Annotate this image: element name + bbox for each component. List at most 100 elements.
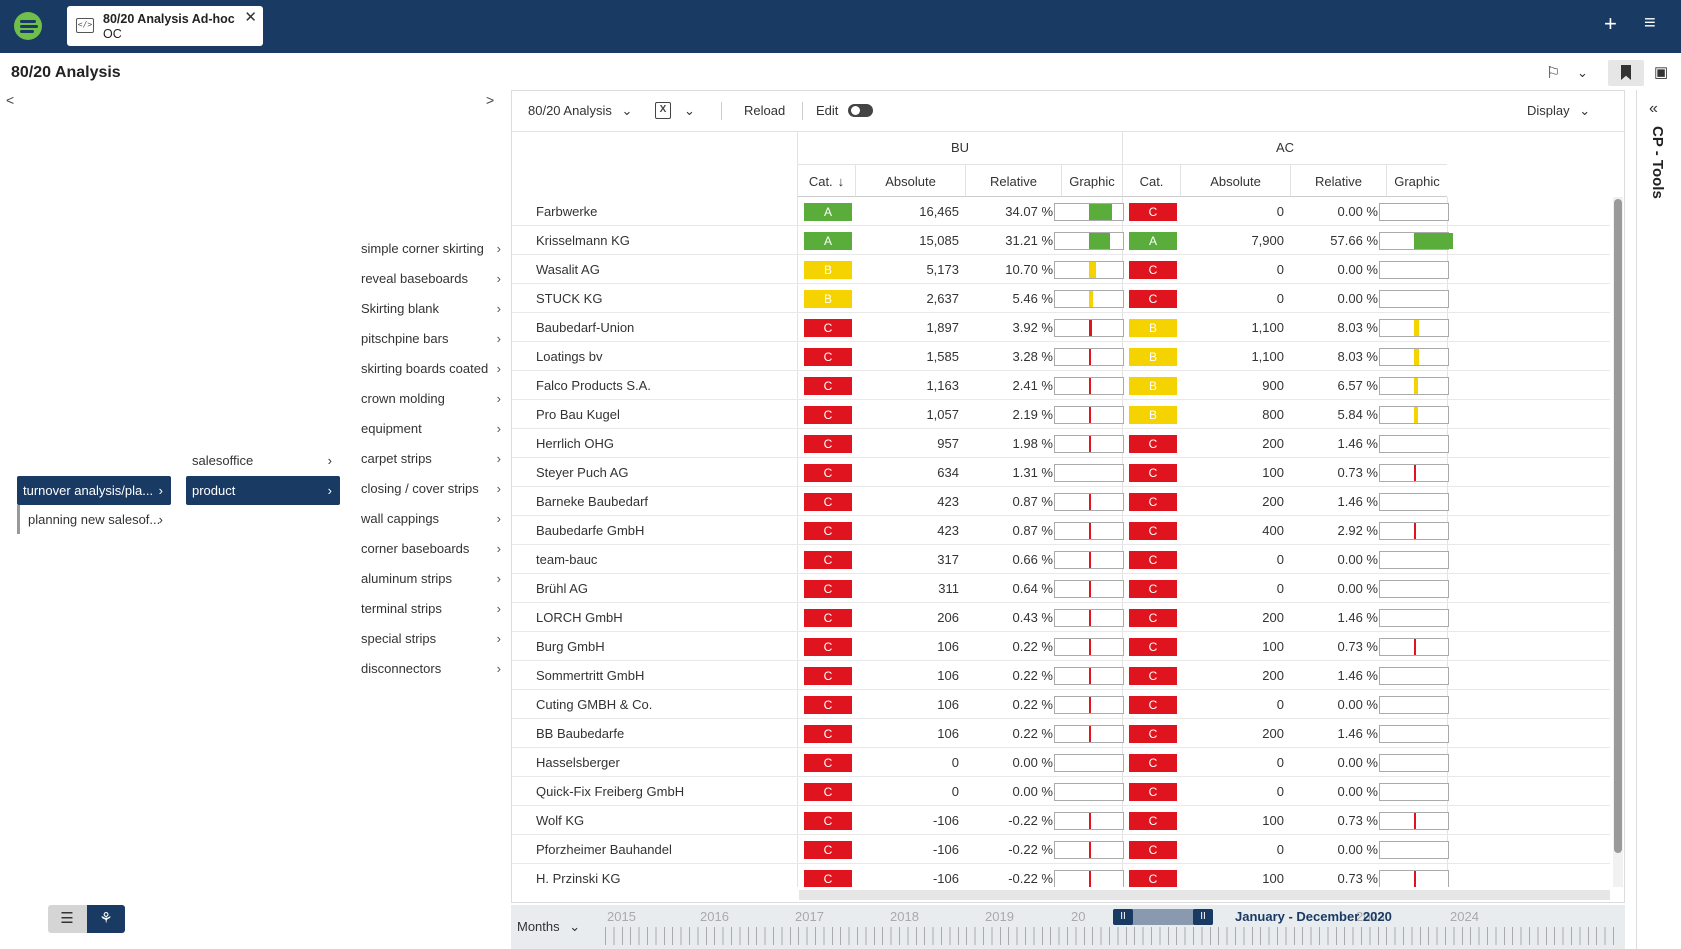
document-tab[interactable]: </> 80/20 Analysis Ad-hoc OC ✕ (67, 6, 263, 46)
tree-leaf[interactable]: Skirting blank › (361, 294, 501, 324)
tree-leaf[interactable]: disconnectors › (361, 654, 501, 684)
tree-view-icon[interactable]: ⚘ (87, 905, 125, 933)
horizontal-scrollbar[interactable] (799, 890, 1610, 900)
table-row[interactable]: H. Przinski KG C -106 -0.22 % C 100 0.73 % (512, 864, 1610, 887)
timeline-year[interactable]: 2024 (1450, 909, 1479, 924)
column-header[interactable]: Relative (1290, 164, 1386, 197)
time-unit-selector[interactable]: Months ⌄ (517, 919, 580, 935)
graphic-bar (1054, 232, 1124, 250)
table-row[interactable]: Farbwerke A 16,465 34.07 % C 0 0.00 % (512, 197, 1610, 226)
tree-node[interactable]: product › (186, 476, 340, 505)
column-header[interactable]: Absolute (1180, 164, 1290, 197)
tree-leaf[interactable]: wall cappings › (361, 504, 501, 534)
timeline-year[interactable]: 2018 (890, 909, 919, 924)
tree-leaf[interactable]: special strips › (361, 624, 501, 654)
tree-leaf[interactable]: aluminum strips › (361, 564, 501, 594)
table-row[interactable]: LORCH GmbH C 206 0.43 % C 200 1.46 % (512, 603, 1610, 632)
table-row[interactable]: Krisselmann KG A 15,085 31.21 % A 7,900 57.66 … (512, 226, 1610, 255)
edit-toggle[interactable] (848, 104, 873, 117)
table-row[interactable]: Pro Bau Kugel C 1,057 2.19 % B 800 5.84 % (512, 400, 1610, 429)
app-logo-icon[interactable] (14, 12, 42, 40)
column-header[interactable]: Relative (965, 164, 1061, 197)
graphic-bar (1379, 783, 1449, 801)
sort-descending-icon[interactable]: ↓ (838, 174, 845, 189)
table-row[interactable]: Loatings bv C 1,585 3.28 % B 1,100 8.03 % (512, 342, 1610, 371)
column-header[interactable]: Cat. ↓ (797, 164, 855, 197)
tab-subtitle: OC (103, 27, 122, 41)
expand-right-icon[interactable]: > (486, 92, 494, 108)
list-view-icon[interactable]: ☰ (48, 905, 86, 933)
chevron-right-icon: › (496, 301, 501, 316)
vertical-scrollbar[interactable] (1613, 197, 1623, 887)
cp-tools-title[interactable]: CP - Tools (1649, 126, 1666, 199)
table-row[interactable]: BB Baubedarfe C 106 0.22 % C 200 1.46 % (512, 719, 1610, 748)
column-header[interactable]: Graphic (1061, 164, 1122, 197)
tree-node[interactable]: turnover analysis/pla... › (17, 476, 171, 505)
absolute-value: 400 (1262, 523, 1284, 538)
timeline-year[interactable]: 20 (1071, 909, 1085, 924)
range-start-handle[interactable]: II (1113, 909, 1133, 925)
view-selector[interactable]: 80/20 Analysis ⌄ (528, 103, 632, 119)
graphic-bar (1379, 841, 1449, 859)
table-row[interactable]: Quick-Fix Freiberg GmbH C 0 0.00 % C 0 0.00 % (512, 777, 1610, 806)
timeline-ticks[interactable] (605, 927, 1617, 945)
table-row[interactable]: Hasselsberger C 0 0.00 % C 0 0.00 % (512, 748, 1610, 777)
graphic-bar-fill (1089, 610, 1091, 626)
table-row[interactable]: Sommertritt GmbH C 106 0.22 % C 200 1.46 % (512, 661, 1610, 690)
table-row[interactable]: Baubedarfe GmbH C 423 0.87 % C 400 2.92 % (512, 516, 1610, 545)
table-row[interactable]: Brühl AG C 311 0.64 % C 0 0.00 % (512, 574, 1610, 603)
scrollbar-thumb[interactable] (1614, 199, 1622, 853)
customer-name: Cuting GMBH & Co. (536, 697, 653, 712)
new-tab-plus-icon[interactable]: + (1604, 11, 1617, 37)
save-icon[interactable]: ▣ (1654, 63, 1668, 81)
table-row[interactable]: Herrlich OHG C 957 1.98 % C 200 1.46 % (512, 429, 1610, 458)
graphic-bar (1379, 493, 1449, 511)
tree-node[interactable]: planning new salesof... › (17, 505, 171, 534)
timeline-year[interactable]: 2019 (985, 909, 1014, 924)
collapse-panel-icon[interactable]: « (1649, 100, 1658, 118)
relative-value: 1.98 % (1012, 436, 1053, 451)
display-menu[interactable]: Display ⌄ (1527, 103, 1590, 119)
close-tab-icon[interactable]: ✕ (244, 8, 257, 26)
tree-node[interactable]: salesoffice › (186, 446, 340, 475)
category-badge: C (1129, 667, 1177, 685)
collapse-left-icon[interactable]: < (6, 92, 14, 108)
column-header[interactable]: Cat. (1122, 164, 1180, 197)
excel-export-icon[interactable]: X (655, 102, 671, 119)
tree-leaf[interactable]: reveal baseboards › (361, 264, 501, 294)
table-row[interactable]: Baubedarf-Union C 1,897 3.92 % B 1,100 8.03 % (512, 313, 1610, 342)
tree-leaf[interactable]: skirting boards coated › (361, 354, 501, 384)
tree-leaf[interactable]: terminal strips › (361, 594, 501, 624)
reload-button[interactable]: Reload (744, 103, 785, 118)
table-row[interactable]: Wolf KG C -106 -0.22 % C 100 0.73 % (512, 806, 1610, 835)
bookmark-icon[interactable] (1608, 60, 1644, 86)
table-row[interactable]: team-bauc C 317 0.66 % C 0 0.00 % (512, 545, 1610, 574)
table-row[interactable]: Cuting GMBH & Co. C 106 0.22 % C 0 0.00 % (512, 690, 1610, 719)
tree-leaf[interactable]: pitschpine bars › (361, 324, 501, 354)
table-row[interactable]: Pforzheimer Bauhandel C -106 -0.22 % C 0 0.00 … (512, 835, 1610, 864)
timeline-year[interactable]: 2015 (607, 909, 636, 924)
relative-value: 3.28 % (1012, 349, 1053, 364)
export-chevron-down-icon[interactable]: ⌄ (684, 103, 695, 119)
tree-leaf[interactable]: equipment › (361, 414, 501, 444)
tree-leaf[interactable]: corner baseboards › (361, 534, 501, 564)
tree-leaf[interactable]: carpet strips › (361, 444, 501, 474)
chevron-down-icon[interactable]: ⌄ (1577, 65, 1588, 81)
tree-leaf[interactable]: crown molding › (361, 384, 501, 414)
table-row[interactable]: Falco Products S.A. C 1,163 2.41 % B 900 6.57 … (512, 371, 1610, 400)
timeline-year[interactable]: 2017 (795, 909, 824, 924)
tree-leaf[interactable]: simple corner skirting › (361, 234, 501, 264)
timeline-year[interactable]: 2016 (700, 909, 729, 924)
table-row[interactable]: STUCK KG B 2,637 5.46 % C 0 0.00 % (512, 284, 1610, 313)
range-end-handle[interactable]: II (1193, 909, 1213, 925)
table-row[interactable]: Wasalit AG B 5,173 10.70 % C 0 0.00 % (512, 255, 1610, 284)
table-row[interactable]: Steyer Puch AG C 634 1.31 % C 100 0.73 % (512, 458, 1610, 487)
tree-leaf[interactable]: closing / cover strips › (361, 474, 501, 504)
table-row[interactable]: Burg GmbH C 106 0.22 % C 100 0.73 % (512, 632, 1610, 661)
column-header[interactable]: Absolute (855, 164, 965, 197)
hamburger-menu-icon[interactable]: ≡ (1644, 12, 1656, 35)
absolute-value: 100 (1262, 465, 1284, 480)
table-row[interactable]: Barneke Baubedarf C 423 0.87 % C 200 1.46 % (512, 487, 1610, 516)
flag-icon[interactable]: ⚐ (1546, 63, 1560, 83)
column-header[interactable]: Graphic (1386, 164, 1447, 197)
